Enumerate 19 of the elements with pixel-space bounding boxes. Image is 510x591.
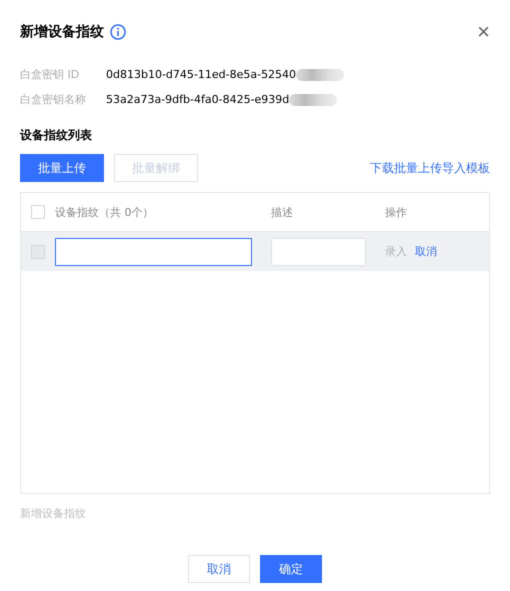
select-all-checkbox[interactable] [31, 205, 45, 219]
upload-button[interactable]: 批量上传 [20, 154, 104, 182]
column-header: 描述 [271, 204, 294, 220]
column-header: 操作 [385, 204, 408, 220]
confirm-button[interactable]: 确定 [260, 555, 322, 583]
info-icon[interactable] [110, 24, 126, 40]
info-value: 53a2a73a-9dfb-4fa0-8425-e939d [106, 93, 290, 106]
info-label: 白盒密钥名称 [20, 92, 87, 107]
info-label: 白盒密钥 ID [20, 67, 80, 82]
redaction-blur [289, 94, 338, 106]
info-value: 0d813b10-d745-11ed-8e5a-52540 [106, 68, 296, 81]
cancel-button[interactable]: 取消 [188, 555, 250, 583]
dialog-title: 新增设备指纹 [20, 23, 104, 41]
close-button[interactable]: × [477, 22, 490, 42]
download-template-link[interactable]: 下载批量上传导入模板 [370, 160, 490, 176]
section-title: 设备指纹列表 [20, 127, 92, 144]
column-header: 设备指纹（共 0个） [55, 204, 154, 220]
description-input[interactable] [271, 238, 366, 266]
redaction-blur [296, 68, 344, 80]
